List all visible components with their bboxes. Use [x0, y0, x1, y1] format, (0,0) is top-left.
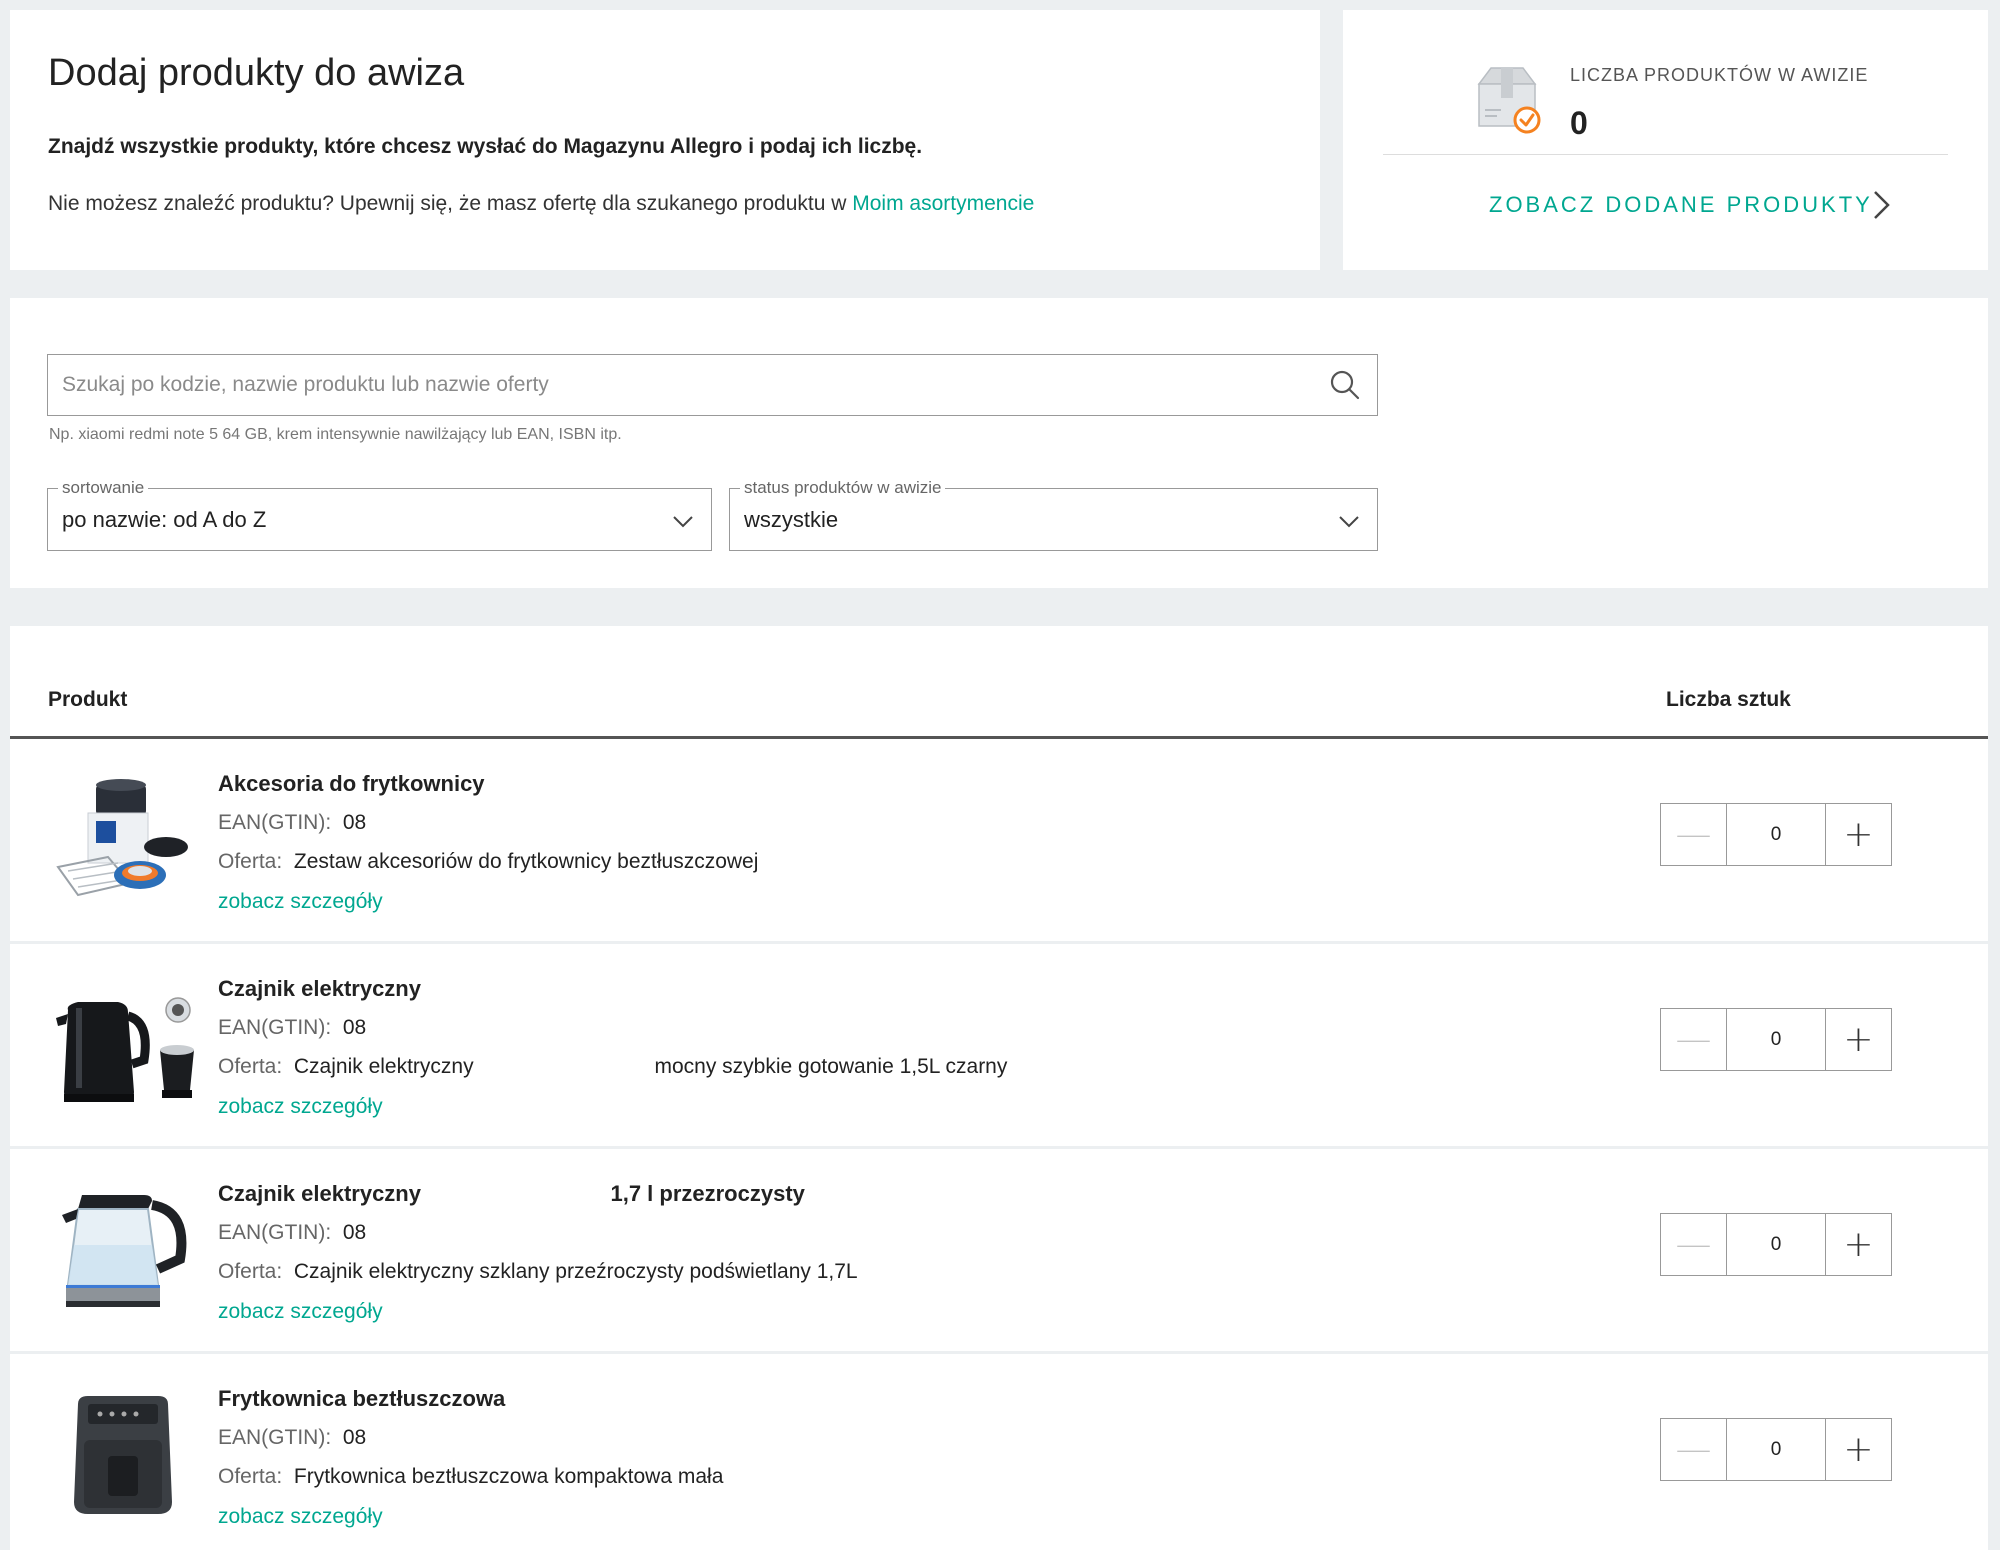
column-header-product: Produkt: [48, 688, 128, 711]
search-box: [47, 354, 1378, 416]
summary-label: LICZBA PRODUKTÓW W AWIZIE: [1570, 65, 1869, 85]
decrement-button[interactable]: —: [1661, 1009, 1727, 1070]
status-select[interactable]: status produktów w awizie wszystkie: [729, 478, 1378, 551]
ean-label: EAN(GTIN):: [218, 1221, 332, 1244]
intro-subtitle: Znajdź wszystkie produkty, które chcesz …: [48, 135, 923, 158]
product-ean: EAN(GTIN): 08: [218, 1426, 366, 1450]
product-ean: EAN(GTIN): 08: [218, 1016, 366, 1040]
view-added-products-link[interactable]: ZOBACZ DODANE PRODUKTY: [1383, 180, 1948, 230]
air-fryer-image: [74, 1396, 172, 1514]
intro-info: Nie możesz znaleźć produktu? Upewnij się…: [48, 192, 1034, 216]
product-offer: Oferta: Czajnik elektryczny mocny szybki…: [218, 1055, 1007, 1079]
status-select-label: status produktów w awizie: [740, 478, 946, 498]
increment-button[interactable]: +: [1825, 1419, 1891, 1480]
product-name: Akcesoria do frytkownicy: [218, 771, 485, 796]
fryer-accessories-image: [56, 779, 188, 897]
offer-label: Oferta:: [218, 850, 283, 873]
intro-info-text: Nie możesz znaleźć produktu? Upewnij się…: [48, 192, 853, 215]
product-offer: Oferta: Czajnik elektryczny szklany prze…: [218, 1260, 858, 1284]
product-offer: Oferta: Zestaw akcesoriów do frytkownicy…: [218, 850, 758, 874]
quantity-stepper: — +: [1660, 803, 1892, 866]
increment-button[interactable]: +: [1825, 804, 1891, 865]
details-link[interactable]: zobacz szczegóły: [218, 890, 383, 914]
decrement-button[interactable]: —: [1661, 804, 1727, 865]
offer-value: Czajnik elektryczny mocny szybkie gotowa…: [293, 1055, 1008, 1078]
black-kettle-image: [56, 997, 194, 1102]
sort-select-label: sortowanie: [58, 478, 149, 498]
offer-label: Oferta:: [218, 1465, 283, 1488]
chevron-down-icon: [1339, 516, 1359, 528]
product-list-card: Produkt Liczba sztuk Akcesoria do frytko…: [10, 626, 1988, 1550]
sort-select[interactable]: sortowanie po nazwie: od A do Z: [47, 478, 712, 551]
increment-button[interactable]: +: [1825, 1009, 1891, 1070]
quantity-stepper: — +: [1660, 1008, 1892, 1071]
offer-value: Zestaw akcesoriów do frytkownicy beztłus…: [293, 850, 759, 873]
table-row: Frytkownica beztłuszczowa EAN(GTIN): 08 …: [10, 1354, 1988, 1550]
product-name: Czajnik elektryczny: [218, 976, 421, 1001]
ean-label: EAN(GTIN):: [218, 1016, 332, 1039]
table-row: Czajnik elektryczny EAN(GTIN): 08 Oferta…: [10, 944, 1988, 1149]
offer-value: Frytkownica beztłuszczowa kompaktowa mał…: [293, 1465, 724, 1488]
assortment-link[interactable]: Moim asortymencie: [852, 192, 1034, 215]
box-check-icon: [1477, 67, 1541, 134]
page-title: Dodaj produkty do awiza: [48, 52, 465, 94]
view-added-products-label: ZOBACZ DODANE PRODUKTY: [1489, 192, 1873, 217]
details-link[interactable]: zobacz szczegóły: [218, 1505, 383, 1529]
ean-value: 08: [342, 811, 367, 834]
chevron-right-icon: [1874, 191, 1890, 219]
status-select-value: wszystkie: [744, 507, 839, 532]
quantity-stepper: — +: [1660, 1213, 1892, 1276]
offer-label: Oferta:: [218, 1055, 283, 1078]
table-row: Czajnik elektryczny 1,7 l przezroczysty …: [10, 1149, 1988, 1354]
search-input[interactable]: [48, 355, 1308, 415]
ean-value: 08: [342, 1426, 367, 1449]
search-hint: Np. xiaomi redmi note 5 64 GB, krem inte…: [49, 426, 622, 443]
offer-label: Oferta:: [218, 1260, 283, 1283]
quantity-input[interactable]: [1727, 1214, 1825, 1275]
summary-divider: [1383, 154, 1948, 155]
summary-card: LICZBA PRODUKTÓW W AWIZIE 0 ZOBACZ DODAN…: [1343, 10, 1988, 270]
offer-value: Czajnik elektryczny szklany przeźroczyst…: [293, 1260, 858, 1283]
intro-card: Dodaj produkty do awiza Znajdź wszystkie…: [10, 10, 1320, 270]
product-ean: EAN(GTIN): 08: [218, 811, 366, 835]
quantity-input[interactable]: [1727, 1009, 1825, 1070]
table-row: Akcesoria do frytkownicy EAN(GTIN): 08 O…: [10, 739, 1988, 944]
product-ean: EAN(GTIN): 08: [218, 1221, 366, 1245]
increment-button[interactable]: +: [1825, 1214, 1891, 1275]
product-name: Frytkownica beztłuszczowa: [218, 1386, 506, 1411]
decrement-button[interactable]: —: [1661, 1214, 1727, 1275]
quantity-input[interactable]: [1727, 804, 1825, 865]
search-icon[interactable]: [1329, 369, 1361, 401]
product-name: Czajnik elektryczny 1,7 l przezroczysty: [218, 1181, 805, 1206]
ean-label: EAN(GTIN):: [218, 811, 332, 834]
ean-value: 08: [342, 1016, 367, 1039]
chevron-down-icon: [673, 516, 693, 528]
details-link[interactable]: zobacz szczegóły: [218, 1095, 383, 1119]
quantity-stepper: — +: [1660, 1418, 1892, 1481]
decrement-button[interactable]: —: [1661, 1419, 1727, 1480]
quantity-input[interactable]: [1727, 1419, 1825, 1480]
product-offer: Oferta: Frytkownica beztłuszczowa kompak…: [218, 1465, 723, 1489]
filters-card: Np. xiaomi redmi note 5 64 GB, krem inte…: [10, 298, 1988, 588]
summary-count: 0: [1570, 105, 1588, 141]
sort-select-value: po nazwie: od A do Z: [62, 507, 267, 532]
ean-value: 08: [342, 1221, 367, 1244]
column-header-quantity: Liczba sztuk: [1666, 688, 1791, 711]
glass-kettle-image: [62, 1195, 187, 1307]
details-link[interactable]: zobacz szczegóły: [218, 1300, 383, 1324]
ean-label: EAN(GTIN):: [218, 1426, 332, 1449]
